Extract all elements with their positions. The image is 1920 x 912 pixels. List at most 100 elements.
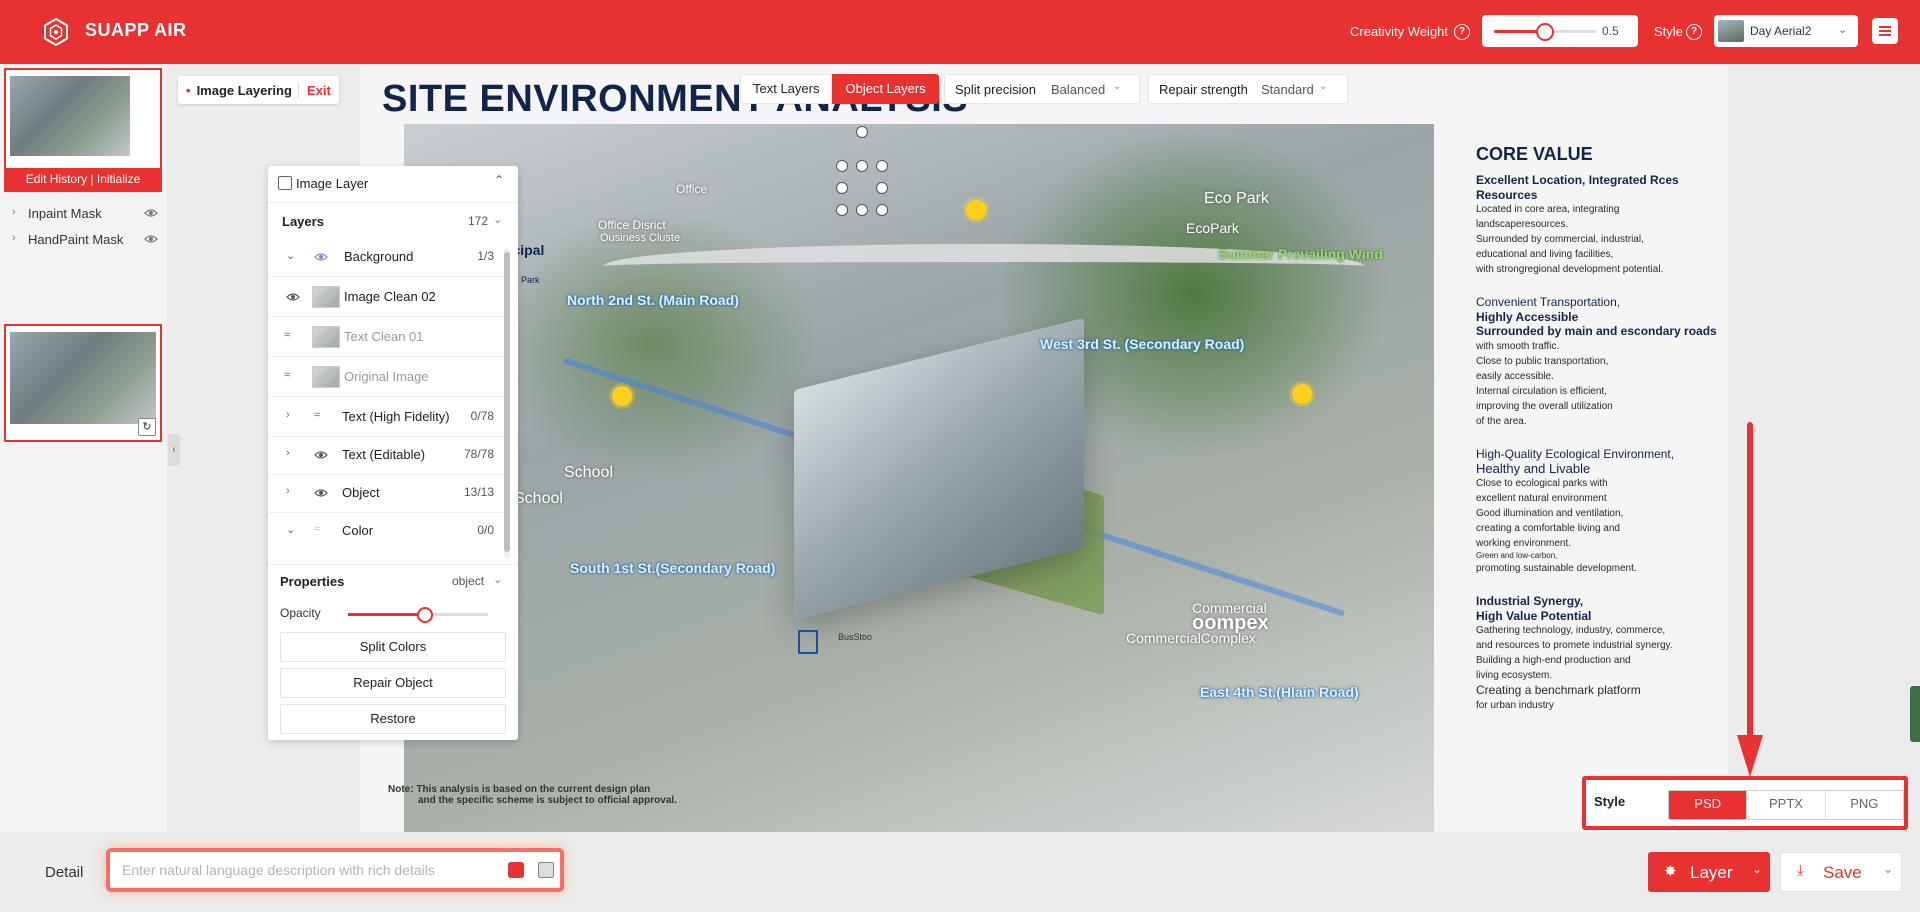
logo-icon [44,17,68,47]
mask-row-handpaint[interactable]: › HandPaint Mask [0,228,166,252]
section-line: with strongregional development potentia… [1476,264,1664,275]
chevron-right-icon[interactable]: › [286,485,290,497]
sun-icon [966,200,986,220]
top-header: SUAPP AIR Creativity Weight ? 0.5 Style … [0,0,1920,64]
chevron-down-icon[interactable]: ⌄ [493,573,502,586]
slider-fill [348,613,425,616]
section-line: Green and low-carbon, [1476,551,1558,560]
eye-icon[interactable] [314,448,328,462]
section-line: creating a comfortable living and [1476,523,1620,534]
help-icon[interactable]: ? [1454,24,1470,40]
chevron-down-icon[interactable]: ⌄ [1883,862,1893,876]
eye-closed-icon[interactable]: ≈ [284,369,290,381]
save-button[interactable]: ⤓ Save ⌄ [1780,852,1902,892]
rotate-handle[interactable] [856,126,868,138]
collapse-sidebar-handle[interactable]: ‹ [168,434,180,466]
restore-button[interactable]: Restore [280,704,506,734]
section-line: landscaperesources. [1476,219,1569,230]
selection-handle[interactable] [836,204,848,216]
mask-row-inpaint[interactable]: › Inpaint Mask [0,202,166,226]
repair-object-button[interactable]: Repair Object [280,668,506,698]
note-line: Note: This analysis is based on the curr… [388,784,651,795]
eye-icon[interactable] [286,290,300,304]
eye-closed-icon[interactable]: ≈ [314,523,320,535]
chevron-down-icon[interactable]: ⌄ [493,213,502,226]
selection-handle[interactable] [876,182,888,194]
tab-text-layers[interactable]: Text Layers [740,74,833,104]
eye-icon[interactable] [144,232,158,246]
scrollbar[interactable] [504,248,510,558]
image-icon[interactable] [508,862,524,878]
layer-row[interactable]: ≈ Text Clean 01 [268,318,504,357]
eye-icon[interactable] [314,486,328,500]
checkbox-icon[interactable] [538,862,554,878]
eye-icon[interactable] [314,250,328,264]
chevron-down-icon[interactable]: ⌄ [1752,862,1762,876]
layer-row[interactable]: ⌄ ≈ Color 0/0 [268,512,504,550]
detail-input[interactable] [120,861,494,879]
history-thumbnail[interactable]: Edit History | Initialize [4,68,162,192]
eye-icon[interactable] [144,206,158,220]
export-style-box: Style PSD PPTX PNG [1582,776,1908,830]
app-name: SUAPP AIR [85,20,187,40]
map-label: Eco Park [1204,190,1269,207]
split-precision-label: Split precision [955,82,1036,97]
chevron-down-icon[interactable]: ⌄ [286,249,295,262]
layer-row[interactable]: ⌄ Background 1/3 [268,238,504,277]
slider-knob[interactable] [1536,23,1554,41]
eye-closed-icon[interactable]: ≈ [314,409,320,421]
chevron-up-icon[interactable]: ⌃ [494,173,504,187]
style-label: Style [1654,24,1683,39]
format-psd-button[interactable]: PSD [1669,791,1748,819]
chevron-right-icon[interactable]: › [286,447,290,459]
history-thumbnail[interactable]: ↻ [4,324,162,442]
layer-row[interactable]: Image Clean 02 [268,278,504,317]
split-precision-select[interactable]: Split precision Balanced ⌄ [944,74,1140,104]
format-pptx-button[interactable]: PPTX [1747,791,1826,819]
layer-row[interactable]: › Text (Editable) 78/78 [268,436,504,475]
thumbnail-image [10,332,156,424]
core-section: Industrial Synergy, High Value Potential… [1476,594,1726,713]
selection-handle[interactable] [836,160,848,172]
layer-button[interactable]: ✸ Layer ⌄ [1648,852,1770,892]
layer-row[interactable]: › Object 13/13 [268,474,504,513]
eye-closed-icon[interactable]: ≈ [284,329,290,341]
split-colors-button[interactable]: Split Colors [280,632,506,662]
layer-label: Background [344,249,414,264]
chevron-down-icon[interactable]: ⌄ [286,523,295,536]
layer-label: Object [342,485,380,500]
scrollbar-thumb[interactable] [504,252,510,552]
creativity-slider-box: 0.5 [1482,15,1638,47]
core-value-column: CORE VALUE Excellent Location, Integrate… [1476,144,1726,731]
map-label: CommercialComplex [1126,630,1256,646]
chevron-right-icon[interactable]: › [12,232,16,244]
refresh-icon[interactable]: ↻ [138,418,156,436]
repair-strength-select[interactable]: Repair strength Standard ⌄ [1148,74,1348,104]
exit-button[interactable]: Exit [297,82,331,98]
slider-knob[interactable] [417,607,433,623]
creativity-slider[interactable] [1494,23,1596,41]
chevron-down-icon: ⌄ [1113,81,1122,92]
selection-handle[interactable] [876,204,888,216]
layer-row[interactable]: ≈ Original Image [268,358,504,397]
section-line: with smooth traffic. [1476,341,1560,352]
chevron-right-icon[interactable]: › [12,206,16,218]
menu-button[interactable] [1872,18,1898,44]
selection-handle[interactable] [836,182,848,194]
selection-handle[interactable] [876,160,888,172]
tab-object-layers[interactable]: Object Layers [832,74,939,104]
mask-label: Inpaint Mask [28,206,102,221]
selection-handle[interactable] [856,160,868,172]
side-tab[interactable] [1910,686,1920,742]
image-layering-badge: • Image Layering Exit [178,76,339,104]
chevron-right-icon[interactable]: › [286,409,290,421]
selection-handle[interactable] [856,204,868,216]
edit-history-button[interactable]: Edit History | Initialize [6,168,160,190]
format-png-button[interactable]: PNG [1826,791,1903,819]
help-icon[interactable]: ? [1686,24,1702,40]
properties-heading: Properties [280,574,345,589]
image-canvas[interactable]: SITE ENVIRONMENT ANALYSIS North 2nd St. … [360,64,1728,832]
style-select[interactable]: Day Aerial2 ⌄ [1714,15,1858,47]
layer-row[interactable]: › ≈ Text (High Fidelity) 0/78 [268,398,504,437]
opacity-slider[interactable] [348,607,488,623]
